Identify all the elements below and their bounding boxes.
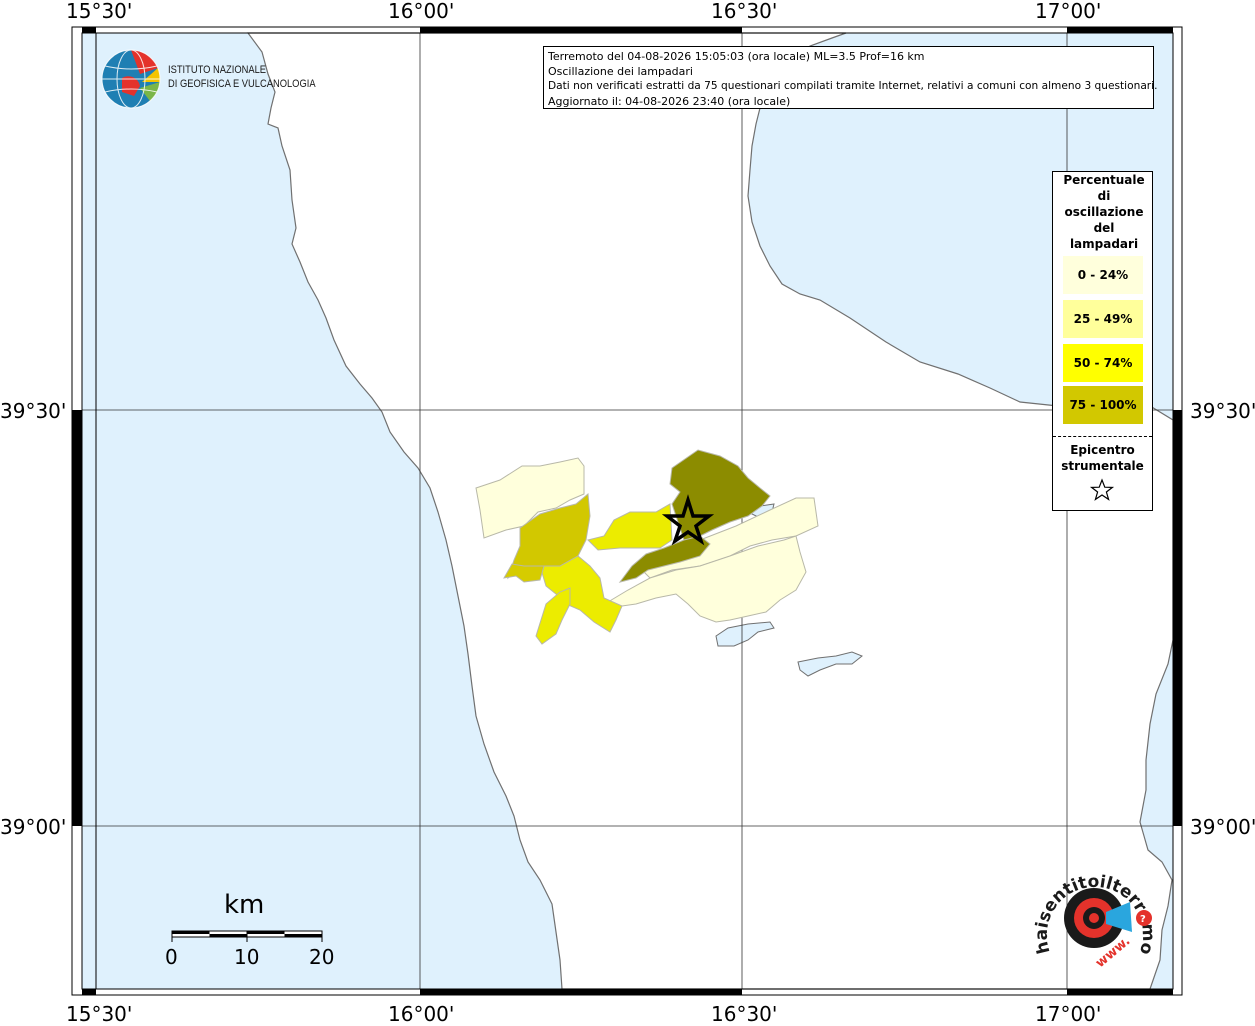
coord-bottom-1530: 15°30' [66,1002,133,1026]
coord-top-1530: 15°30' [66,0,133,23]
legend-class-3-label: 50 - 74% [1073,356,1133,370]
event-line-3: Dati non verificati estratti da 75 quest… [548,80,1158,92]
coord-top-1630: 16°30' [711,0,778,23]
scale-bar: km 0 10 20 [160,890,340,970]
scale-label-20: 20 [309,945,335,969]
coord-right-3900: 39°00' [1190,815,1255,839]
coord-left-3930: 39°30' [0,399,67,423]
ingv-name: ISTITUTO NAZIONALE DI GEOFISICA E VULCAN… [168,63,316,91]
star-icon [1089,478,1115,501]
event-line-1: Terremoto del 04-08-2026 15:05:03 (ora l… [548,50,925,63]
legend-epicenter-title: Epicentro strumentale [1061,443,1144,473]
legend-class-3: 50 - 74% [1063,344,1143,382]
legend-class-1: 0 - 24% [1063,256,1143,294]
legend-class-2-label: 25 - 49% [1073,312,1133,326]
legend: Percentuale di oscillazione del lampadari 0 … [1052,171,1153,511]
event-info-box: Terremoto del 04-08-2026 15:05:03 (ora l… [543,46,1158,109]
coord-top-1700: 17°00' [1035,0,1102,23]
legend-class-4-label: 75 - 100% [1069,398,1137,412]
legend-class-4: 75 - 100% [1063,386,1143,424]
ingv-globe-logo [101,49,161,109]
coord-left-3900: 39°00' [0,815,67,839]
svg-text:?: ? [1140,914,1146,925]
scale-label-0: 0 [165,945,178,969]
coord-bottom-1630: 16°30' [711,1002,778,1026]
ingv-name-line-1: ISTITUTO NAZIONALE [168,64,267,76]
legend-title: Percentuale di oscillazione del lampadari [1057,172,1151,252]
coord-top-1600: 16°00' [388,0,455,23]
legend-class-2: 25 - 49% [1063,300,1143,338]
ingv-name-line-2: DI GEOFISICA E VULCANOLOGIA [168,78,316,90]
legend-divider [1053,436,1152,437]
coord-right-3930: 39°30' [1190,399,1255,423]
coord-bottom-1600: 16°00' [388,1002,455,1026]
event-line-2: Oscillazione dei lampadari [548,65,693,78]
legend-class-1-label: 0 - 24% [1077,268,1129,282]
legend-title-text: Percentuale di oscillazione del lampadari [1063,173,1145,251]
event-line-4: Aggiornato il: 04-08-2026 23:40 (ora loc… [548,95,791,108]
coord-bottom-1700: 17°00' [1035,1002,1102,1026]
scale-unit: km [224,890,265,920]
scale-label-10: 10 [234,945,260,969]
haisentitoilterremoto-logo: haisentitoilterremoto.it ? www. [1030,860,1158,971]
